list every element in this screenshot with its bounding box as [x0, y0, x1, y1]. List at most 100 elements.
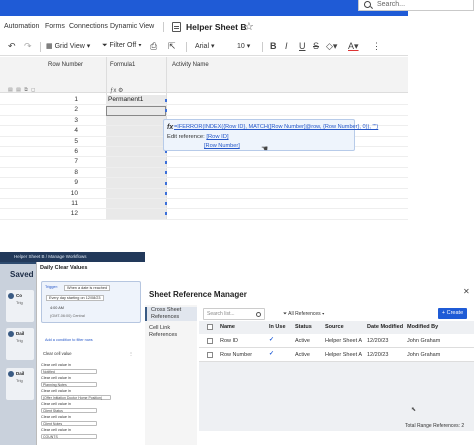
workflow-card[interactable]: Co Trig [6, 290, 34, 322]
date-field[interactable]: Every day starting on 12/08/23 [46, 295, 104, 301]
tab-cross-sheet-references[interactable]: Cross Sheet References [145, 307, 197, 321]
total-references: Total Range References: 2 [405, 423, 465, 429]
trigger-label: Trigger: [45, 285, 58, 289]
top-bar [0, 0, 408, 16]
field-select[interactable]: Client Notes [41, 421, 97, 426]
reference-source[interactable]: Helper Sheet A [325, 338, 362, 344]
column-header-formula1[interactable]: Formula1 [110, 62, 135, 68]
table-row[interactable]: 11 [0, 199, 408, 210]
row-number: 12 [70, 210, 78, 218]
field-select[interactable]: COUNTS [41, 434, 97, 439]
italic-icon[interactable]: I [285, 41, 288, 51]
row-checkbox[interactable] [207, 352, 213, 358]
undo-icon[interactable]: ↶ [8, 41, 16, 52]
column-header-date-modified[interactable]: Date Modified [367, 324, 403, 330]
table-row[interactable]: 10 [0, 189, 408, 199]
formula-cell-value[interactable]: Permanent1 [108, 96, 143, 103]
row-number: 11 [71, 200, 78, 207]
underline-icon[interactable]: U [299, 41, 306, 51]
font-size-select[interactable]: 10 ▾ [237, 42, 250, 50]
add-condition-link[interactable]: Add a condition to filter rows [45, 338, 93, 342]
table-row[interactable]: 12 [0, 209, 408, 220]
column-header-row-number[interactable]: Row Number [48, 62, 83, 68]
text-color-icon[interactable]: A▾ [348, 41, 359, 52]
timezone-field[interactable]: (GMT-06:00) Central [50, 314, 85, 318]
star-icon[interactable]: ☆ [244, 20, 254, 33]
table-row[interactable]: 8 [0, 168, 408, 179]
workflow-card-title: Co [16, 293, 22, 298]
field-label: Clear cell value in [41, 363, 71, 367]
close-icon[interactable]: ✕ [463, 287, 470, 296]
column-header-in-use[interactable]: In Use [269, 324, 286, 330]
column-header-status[interactable]: Status [295, 324, 312, 330]
tab-cell-link-references[interactable]: Cell Link References [145, 325, 197, 339]
workflow-card[interactable]: Dail Trig [6, 368, 34, 400]
check-icon: ✓ [269, 337, 275, 343]
trigger-block[interactable]: Trigger: When a date is reached Every da… [41, 281, 141, 323]
time-field[interactable]: 4:00 AM [50, 306, 64, 310]
row-number: 5 [74, 137, 78, 145]
select-all-checkbox[interactable] [207, 324, 213, 330]
field-select[interactable]: (Offer Initiation Doctor Home Position) [41, 395, 111, 400]
strikethrough-icon[interactable]: S [313, 41, 319, 51]
font-select[interactable]: Arial ▾ [195, 42, 214, 50]
menu-automation[interactable]: Automation [4, 23, 39, 30]
column-header-activity-name[interactable]: Activity Name [172, 62, 209, 68]
row-number: 3 [74, 116, 78, 124]
field-select[interactable]: Notified [41, 369, 97, 374]
reference-source[interactable]: Helper Sheet A [325, 352, 362, 358]
fill-color-icon[interactable]: ◇▾ [326, 41, 337, 52]
more-icon[interactable]: ⋮ [372, 41, 381, 52]
check-icon: ✓ [269, 351, 275, 357]
bold-icon[interactable]: B [270, 41, 277, 51]
reference-filter-label: All References [288, 311, 321, 317]
clear-cell-action: Clear cell value [43, 351, 72, 356]
row-checkbox[interactable] [207, 338, 213, 344]
row-number: 7 [74, 158, 78, 166]
table-row[interactable]: 9 [0, 178, 408, 189]
field-select[interactable]: Client Status [41, 408, 97, 413]
reference-filter-select[interactable]: ⏷ All References ▾ [283, 311, 324, 317]
filter-button[interactable]: ⏷ Filter Off ▾ [102, 42, 142, 50]
selected-cell[interactable] [106, 106, 166, 116]
share-icon[interactable]: ⇱ [168, 41, 176, 52]
formula-text[interactable]: =IFERROR(INDEX({Row ID}, MATCH([Row Numb… [174, 124, 378, 130]
sheet-reference-manager: Sheet Reference Manager ✕ Cross Sheet Re… [145, 281, 474, 445]
grid-header: Row Number Formula1 Activity Name [0, 57, 408, 93]
action-menu-icon[interactable]: ⋮ [129, 351, 133, 356]
search-input[interactable]: Search... [358, 0, 474, 11]
reference-date: 12/20/23 [367, 352, 389, 358]
workflow-icon [8, 293, 14, 299]
redo-icon[interactable]: ↷ [24, 41, 32, 52]
create-button[interactable]: + Create [438, 308, 467, 319]
table-row[interactable]: 7 [0, 157, 408, 168]
table-row[interactable]: 1 [0, 95, 408, 106]
workflow-breadcrumb[interactable]: Helper Sheet B / Manage Workflows [0, 252, 145, 262]
reference-name[interactable]: Row ID [220, 338, 238, 344]
sheet-title[interactable]: Helper Sheet B [186, 22, 246, 32]
reference-marker [165, 212, 167, 215]
table-row[interactable]: 2 [0, 105, 408, 116]
menu-dynamic-view[interactable]: Dynamic View [110, 23, 154, 30]
print-icon[interactable]: ⎙ [150, 41, 157, 52]
grid-view-button[interactable]: ▦ Grid View ▾ [46, 42, 90, 50]
table-row[interactable]: Row ID ✓ Active Helper Sheet A 12/20/23 … [199, 334, 474, 348]
workflow-card-sub: Trig [16, 300, 23, 305]
field-select[interactable]: Planning Notes [41, 382, 97, 387]
menu-connections[interactable]: Connections [69, 23, 108, 30]
menu-forms[interactable]: Forms [45, 23, 65, 30]
trigger-select[interactable]: When a date is reached [64, 285, 111, 291]
table-row[interactable]: Row Number ✓ Active Helper Sheet A 12/20… [199, 348, 474, 362]
row-number: 9 [74, 179, 78, 187]
workflow-card[interactable]: Dail Trig [6, 328, 34, 360]
manager-search-input[interactable]: Search list... [203, 308, 265, 320]
edit-reference-row-number-link[interactable]: [Row Number] [204, 143, 240, 149]
dialog-title: Daily Clear Values [40, 265, 88, 271]
column-header-source[interactable]: Source [325, 324, 344, 330]
column-header-name[interactable]: Name [220, 324, 235, 330]
reference-marker [165, 182, 167, 185]
edit-reference-row-id-link[interactable]: [Row ID] [206, 134, 228, 140]
font-label: Arial [195, 43, 210, 50]
reference-name[interactable]: Row Number [220, 352, 252, 358]
column-header-modified-by[interactable]: Modified By [407, 324, 438, 330]
